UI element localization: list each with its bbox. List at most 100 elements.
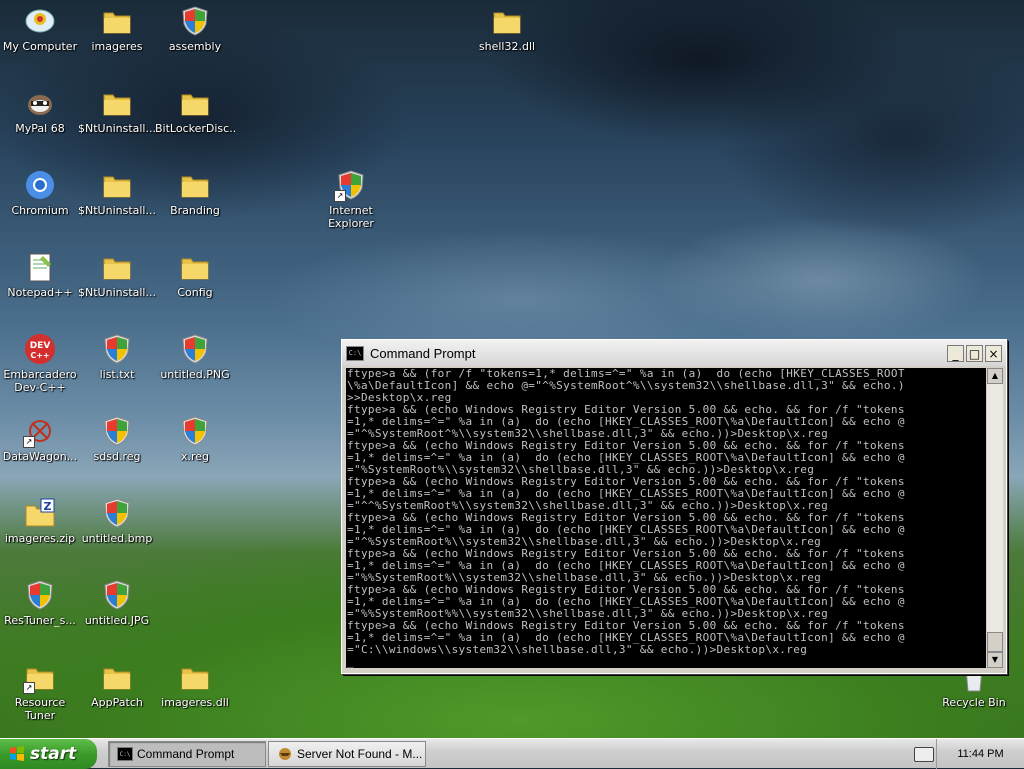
svg-text:Z: Z <box>44 500 52 513</box>
console-output-area[interactable]: ftype>a && (for /f "tokens=1,* delims=^=… <box>346 368 986 668</box>
shortcut-arrow-icon: ↗ <box>23 436 35 448</box>
keyboard-icon[interactable] <box>914 747 934 762</box>
desktop-icon-label: imageres.dll <box>161 696 229 709</box>
desktop-icon[interactable]: imageres.dll <box>155 660 235 709</box>
shield-icon <box>100 496 134 530</box>
desktop-icon[interactable]: $NtUninstall... <box>77 168 157 217</box>
desktop-icon[interactable]: Zimageres.zip <box>0 496 80 545</box>
desktop-icon-label: x.reg <box>180 450 210 463</box>
desktop-icon[interactable]: list.txt <box>77 332 157 381</box>
desktop-icon-label: DataWagon... <box>2 450 78 463</box>
desktop-icon[interactable]: shell32.dll <box>467 4 547 53</box>
desktop-icon[interactable]: untitled.PNG <box>155 332 235 381</box>
zip-icon: Z <box>23 496 57 530</box>
desktop-icon-label: sdsd.reg <box>93 450 141 463</box>
scroll-up-arrow-icon[interactable]: ▲ <box>987 368 1003 384</box>
desktop-icon[interactable]: DEV C++ Embarcadero Dev-C++ <box>0 332 80 394</box>
scroll-down-arrow-icon[interactable]: ▼ <box>987 652 1003 668</box>
my-computer-icon <box>23 4 57 38</box>
folder-icon <box>100 168 134 202</box>
desktop-icon[interactable]: $NtUninstall... <box>77 86 157 135</box>
command-prompt-window[interactable]: C:\ Command Prompt _ □ × ftype>a && (for… <box>341 339 1007 674</box>
minimize-button[interactable]: _ <box>947 344 964 362</box>
svg-text:DEV: DEV <box>30 341 51 351</box>
vertical-scrollbar[interactable]: ▲ ▼ <box>987 368 1003 668</box>
desktop-icon[interactable]: x.reg <box>155 414 235 463</box>
desktop-icon-label: AppPatch <box>91 696 143 709</box>
desktop-icon[interactable]: ↗ Resource Tuner <box>0 660 80 722</box>
shield-icon <box>100 414 134 448</box>
desktop-icon[interactable]: Config <box>155 250 235 299</box>
shield-icon: ↗ <box>334 168 368 202</box>
shield-icon <box>100 578 134 612</box>
desktop-icon-label: MyPal 68 <box>15 122 65 135</box>
desktop-icon[interactable]: Notepad++ <box>0 250 80 299</box>
desktop-icon[interactable]: $NtUninstall... <box>77 250 157 299</box>
desktop-icon-label: untitled.PNG <box>160 368 230 381</box>
desktop-icon[interactable]: sdsd.reg <box>77 414 157 463</box>
desktop-icon[interactable]: assembly <box>155 4 235 53</box>
desktop-icon[interactable]: Branding <box>155 168 235 217</box>
desktop-icon-label: Config <box>177 286 213 299</box>
desktop-icon[interactable]: ↗ Internet Explorer <box>311 168 391 230</box>
desktop-icon[interactable]: AppPatch <box>77 660 157 709</box>
desktop-icon-label: My Computer <box>2 40 78 53</box>
shield-icon <box>178 332 212 366</box>
desktop-icon[interactable]: imageres <box>77 4 157 53</box>
cmd-icon: C:\ <box>117 747 133 761</box>
system-clock[interactable]: 11:44 PM <box>936 739 1024 769</box>
desktop-icon-label: untitled.bmp <box>81 532 153 545</box>
desktop-icon[interactable]: BitLockerDisc... <box>155 86 235 135</box>
desktop-icon[interactable]: MyPal 68 <box>0 86 80 135</box>
folder-icon <box>100 250 134 284</box>
desktop-icon[interactable]: untitled.bmp <box>77 496 157 545</box>
shield-icon <box>178 4 212 38</box>
taskbar-item-browser[interactable]: Server Not Found - M... <box>268 741 426 767</box>
close-button[interactable]: × <box>985 344 1002 362</box>
desktop-icon-label: Recycle Bin <box>942 696 1006 709</box>
folder-icon <box>178 250 212 284</box>
cmd-icon: C:\ <box>346 345 364 361</box>
taskbar: start C:\ Command Prompt Server Not Foun… <box>0 738 1024 769</box>
folder-icon: ↗ <box>23 660 57 694</box>
svg-text:C++: C++ <box>30 351 49 360</box>
windows-logo-icon <box>10 746 24 761</box>
desktop-icon-label: $NtUninstall... <box>78 204 156 217</box>
folder-icon <box>100 4 134 38</box>
desktop-icon[interactable]: Chromium <box>0 168 80 217</box>
console-text: ftype>a && (for /f "tokens=1,* delims=^=… <box>347 368 905 668</box>
folder-icon <box>490 4 524 38</box>
window-titlebar[interactable]: C:\ Command Prompt _ □ × <box>342 340 1006 366</box>
desktop-icon[interactable]: ResTuner_s... <box>0 578 80 627</box>
desktop-icon-label: imageres.zip <box>4 532 76 545</box>
window-title: Command Prompt <box>370 345 476 361</box>
desktop-icon-label: Chromium <box>11 204 69 217</box>
devcpp-icon: DEV C++ <box>23 332 57 366</box>
desktop-icon-label: $NtUninstall... <box>78 286 156 299</box>
desktop-icon-label: Resource Tuner <box>14 696 66 722</box>
desktop-icon-label: list.txt <box>99 368 135 381</box>
desktop-icon-label: Notepad++ <box>7 286 73 299</box>
chromium-icon <box>23 168 57 202</box>
folder-icon <box>178 86 212 120</box>
desktop-icon-label: assembly <box>168 40 222 53</box>
folder-icon <box>178 660 212 694</box>
desktop-icon-label: untitled.JPG <box>84 614 150 627</box>
shortcut-arrow-icon: ↗ <box>23 682 35 694</box>
shield-icon <box>178 414 212 448</box>
folder-icon <box>100 86 134 120</box>
shield-icon <box>23 578 57 612</box>
start-button[interactable]: start <box>0 739 97 769</box>
desktop-icon[interactable]: untitled.JPG <box>77 578 157 627</box>
desktop-icon[interactable]: My Computer <box>0 4 80 53</box>
notepad-icon <box>23 250 57 284</box>
start-label: start <box>30 744 77 764</box>
desktop-icon-label: ResTuner_s... <box>4 614 76 627</box>
taskbar-item-command-prompt[interactable]: C:\ Command Prompt <box>108 741 266 767</box>
shield-icon <box>100 332 134 366</box>
desktop-icon[interactable]: ↗ DataWagon... <box>0 414 80 463</box>
maximize-button[interactable]: □ <box>966 344 983 362</box>
datawagon-icon: ↗ <box>23 414 57 448</box>
folder-icon <box>100 660 134 694</box>
scrollbar-thumb[interactable] <box>987 632 1003 652</box>
